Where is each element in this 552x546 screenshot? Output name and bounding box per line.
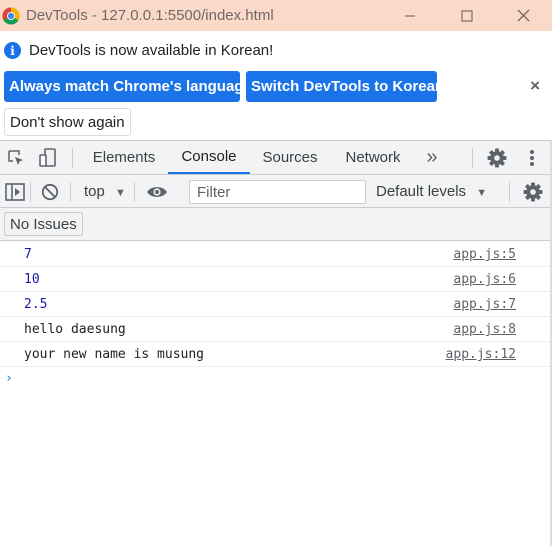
console-message-text: your new name is musung bbox=[24, 347, 205, 362]
more-options-icon[interactable] bbox=[524, 147, 540, 169]
maximize-button[interactable] bbox=[438, 0, 495, 31]
tab-sources[interactable]: Sources bbox=[252, 141, 328, 174]
log-levels-dropdown[interactable]: Default levels ▼ bbox=[376, 183, 487, 200]
infobar-message: DevTools is now available in Korean! bbox=[29, 42, 274, 59]
inspect-element-icon[interactable] bbox=[6, 147, 26, 169]
live-expression-eye-icon[interactable] bbox=[145, 181, 169, 203]
show-sidebar-icon[interactable] bbox=[4, 181, 26, 203]
console-message-text: 2.5 bbox=[24, 297, 48, 312]
console-message-row: 2.5 app.js:7 bbox=[0, 292, 552, 317]
console-message-text: 10 bbox=[24, 272, 40, 287]
title-bar: DevTools - 127.0.0.1:5500/index.html bbox=[0, 0, 552, 31]
settings-gear-icon[interactable] bbox=[486, 147, 508, 169]
more-tabs-icon[interactable]: » bbox=[418, 141, 446, 174]
divider bbox=[30, 182, 31, 202]
maximize-icon bbox=[461, 10, 472, 21]
info-icon: i bbox=[4, 42, 21, 59]
console-message-text: 7 bbox=[24, 247, 32, 262]
context-label: top bbox=[84, 183, 105, 200]
close-icon bbox=[517, 9, 530, 22]
devtools-tab-bar: Elements Console Sources Network » bbox=[0, 140, 552, 175]
console-prompt-icon[interactable]: › bbox=[5, 371, 13, 386]
divider bbox=[70, 182, 71, 202]
tab-network[interactable]: Network bbox=[332, 141, 414, 174]
source-link[interactable]: app.js:5 bbox=[453, 247, 516, 262]
window-controls bbox=[381, 0, 552, 31]
chrome-logo-icon bbox=[2, 7, 20, 24]
infobar-message-line: i DevTools is now available in Korean! bbox=[4, 42, 273, 59]
console-toolbar: top ▼ Filter Default levels ▼ bbox=[0, 175, 552, 208]
divider bbox=[472, 148, 473, 168]
no-issues-button[interactable]: No Issues bbox=[4, 212, 83, 236]
context-selector[interactable]: top ▼ bbox=[84, 183, 126, 200]
chevron-down-icon: ▼ bbox=[476, 187, 488, 199]
divider bbox=[509, 182, 510, 202]
source-link[interactable]: app.js:8 bbox=[453, 322, 516, 337]
switch-to-korean-button[interactable]: Switch DevTools to Korean bbox=[246, 71, 444, 102]
source-link[interactable]: app.js:12 bbox=[446, 347, 516, 362]
always-match-language-button[interactable]: Always match Chrome's language bbox=[4, 71, 252, 102]
source-link[interactable]: app.js:6 bbox=[453, 272, 516, 287]
console-messages: 7 app.js:5 10 app.js:6 2.5 app.js:7 hell… bbox=[0, 242, 552, 386]
console-message-row: hello daesung app.js:8 bbox=[0, 317, 552, 342]
dont-show-again-button[interactable]: Don't show again bbox=[4, 108, 131, 136]
close-window-button[interactable] bbox=[495, 0, 552, 31]
filter-input[interactable]: Filter bbox=[189, 180, 366, 204]
language-infobar: i DevTools is now available in Korean! A… bbox=[0, 31, 552, 140]
issues-bar: No Issues bbox=[0, 208, 552, 241]
chevron-down-icon: ▼ bbox=[115, 187, 126, 199]
divider bbox=[72, 148, 73, 168]
infobar-close-icon[interactable]: × bbox=[530, 76, 540, 96]
log-levels-label: Default levels bbox=[376, 183, 467, 200]
window-title: DevTools - 127.0.0.1:5500/index.html bbox=[26, 7, 274, 24]
minimize-button[interactable] bbox=[381, 0, 438, 31]
tab-elements[interactable]: Elements bbox=[82, 141, 166, 174]
minimize-icon bbox=[404, 15, 415, 16]
divider bbox=[134, 182, 135, 202]
console-message-row: 7 app.js:5 bbox=[0, 242, 552, 267]
console-message-text: hello daesung bbox=[24, 322, 126, 337]
source-link[interactable]: app.js:7 bbox=[453, 297, 516, 312]
clear-console-icon[interactable] bbox=[39, 181, 61, 203]
tab-console[interactable]: Console bbox=[168, 141, 250, 174]
console-message-row: 10 app.js:6 bbox=[0, 267, 552, 292]
console-message-row: your new name is musung app.js:12 bbox=[0, 342, 552, 367]
console-settings-gear-icon[interactable] bbox=[522, 181, 544, 203]
device-toolbar-icon[interactable] bbox=[38, 147, 58, 169]
